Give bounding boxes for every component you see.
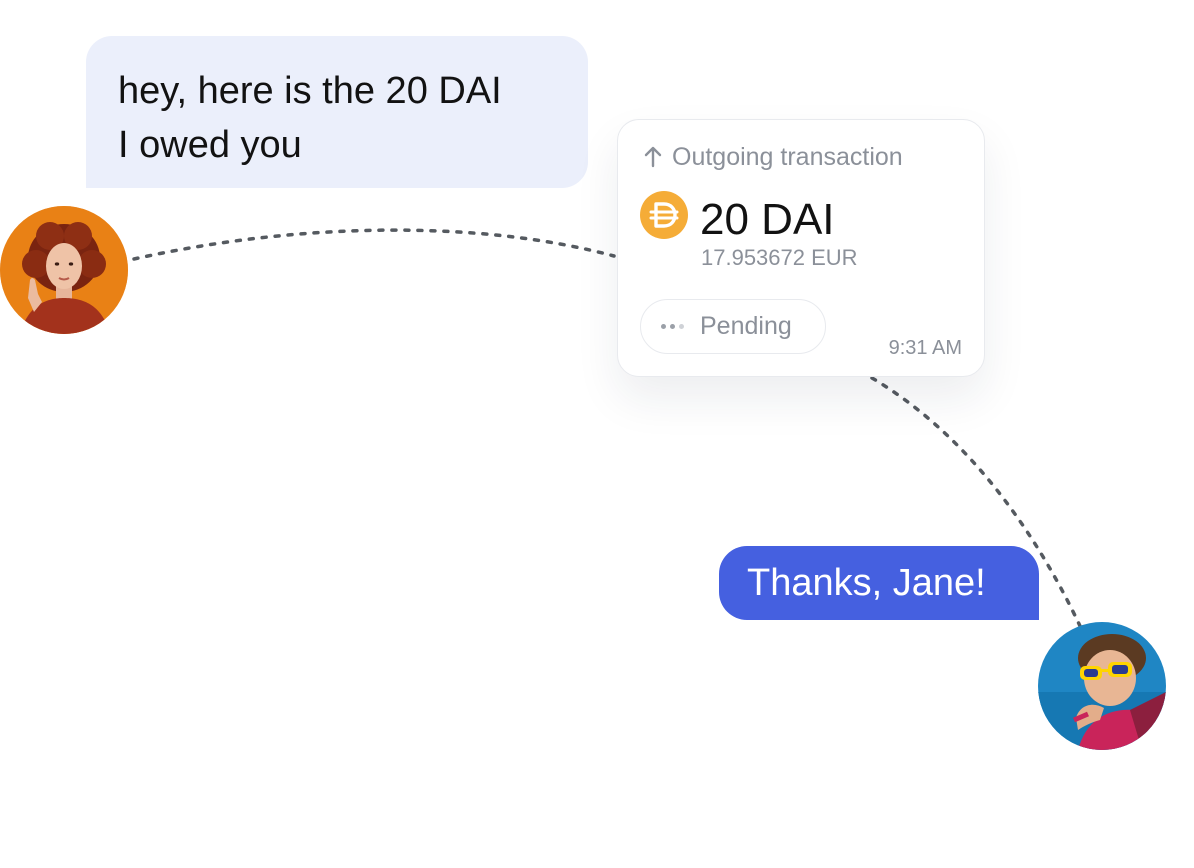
transaction-header-label: Outgoing transaction: [672, 143, 903, 171]
dai-icon: [640, 191, 688, 239]
transaction-time: 9:31 AM: [888, 337, 962, 359]
transaction-header: Outgoing transaction: [642, 142, 903, 172]
transaction-amount: 20 DAI: [700, 195, 835, 244]
transaction-status-label: Pending: [700, 312, 792, 340]
connector-jane-to-transaction: [132, 228, 616, 261]
incoming-message-line-2: I owed you: [118, 124, 302, 166]
incoming-message-bubble: hey, here is the 20 DAI I owed you: [86, 36, 588, 188]
friend-avatar[interactable]: [1038, 622, 1166, 750]
transaction-card[interactable]: Outgoing transaction 20 DAI 17.953672 EU…: [617, 119, 985, 377]
outgoing-message-bubble: Thanks, Jane!: [719, 546, 1039, 620]
jane-avatar[interactable]: [0, 206, 128, 334]
outgoing-message-text: Thanks, Jane!: [747, 562, 986, 604]
pending-dots-icon: [661, 324, 684, 329]
incoming-message-line-1: hey, here is the 20 DAI: [118, 70, 502, 112]
transaction-fiat-value: 17.953672 EUR: [701, 245, 858, 270]
arrow-up-icon: [644, 146, 662, 168]
transaction-status-badge: Pending: [640, 299, 826, 354]
